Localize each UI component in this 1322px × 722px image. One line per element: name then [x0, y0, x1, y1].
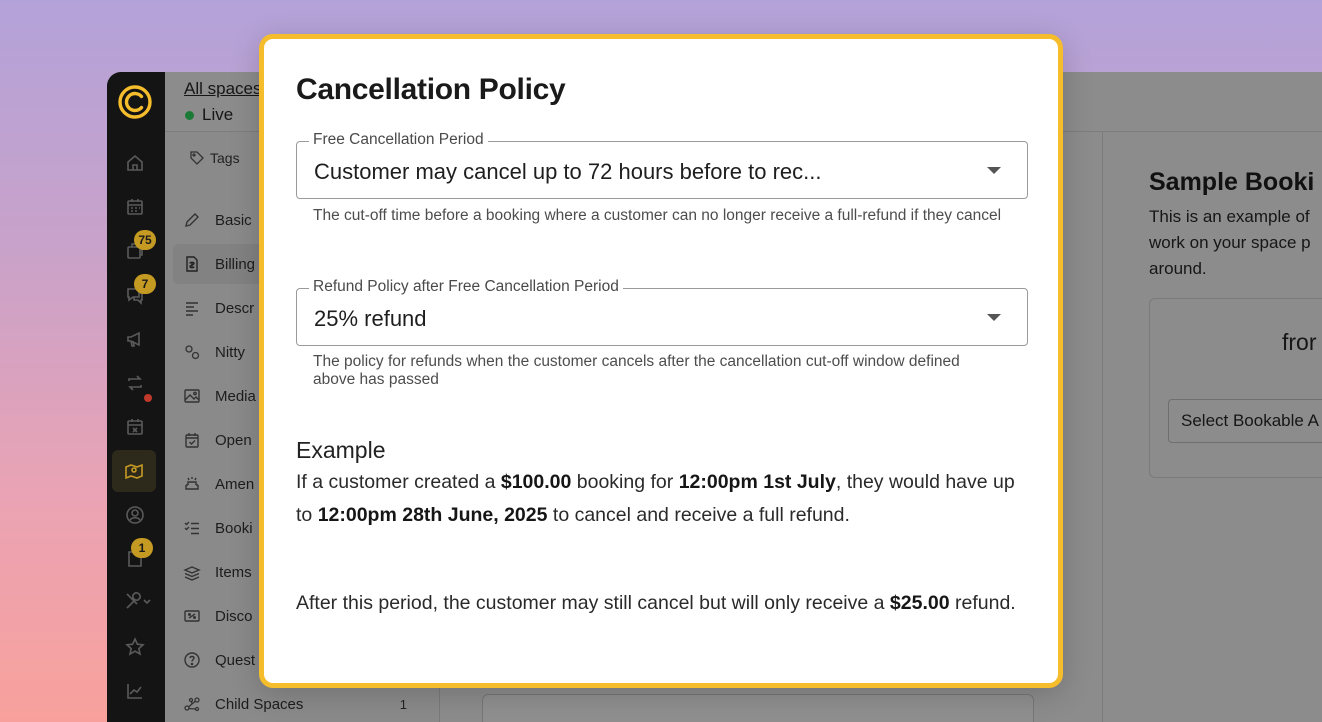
dropdown-arrow-icon: [987, 314, 1001, 321]
logo-icon: [118, 85, 152, 119]
subnav-item-label: Amen: [215, 475, 255, 493]
user-circle-icon[interactable]: [122, 502, 148, 528]
files-badge: 1: [131, 538, 153, 558]
tag-icon: [190, 151, 204, 165]
subnav-item-child-spaces[interactable]: Child Spaces 1: [173, 684, 433, 722]
subnav-item-label: Items: [215, 563, 252, 581]
example-paragraph: If a customer created a $100.00 booking …: [296, 471, 1015, 526]
question-icon: [184, 652, 200, 668]
tools-menu-icon[interactable]: [120, 588, 156, 614]
subnav-item-label: Descr: [215, 299, 255, 317]
star-icon[interactable]: [122, 634, 148, 660]
tags-label: Tags: [210, 150, 240, 166]
content-card: [482, 694, 1034, 722]
sample-booking-description: This is an example of work on your space…: [1149, 207, 1311, 278]
ticket-icon: [184, 610, 200, 622]
subnav-item-label: Basic: [215, 211, 252, 229]
spaces-map-icon[interactable]: [112, 450, 156, 492]
free-cancellation-help-text: The cut-off time before a booking where …: [313, 207, 1002, 224]
calendar-icon[interactable]: [122, 194, 148, 220]
booking-amount: $100.00: [500, 471, 572, 493]
subnav-item-label: Media: [215, 387, 256, 405]
subnav-item-label: Child Spaces: [215, 695, 304, 713]
messages-badge: 7: [134, 274, 156, 294]
status-label: Live: [202, 105, 234, 124]
checklist-icon: [184, 521, 199, 535]
refund-policy-select[interactable]: Refund Policy after Free Cancellation Pe…: [296, 278, 1028, 346]
calendar-check-icon: [185, 433, 199, 448]
subnav-item-label: Open: [215, 431, 252, 449]
nodes-icon: [184, 697, 200, 712]
pencil-icon: [185, 213, 199, 227]
sync-icon[interactable]: [122, 370, 148, 396]
subnav-item-label: Booki: [215, 519, 253, 537]
brand-logo[interactable]: [116, 82, 154, 122]
child-spaces-count: 1: [399, 696, 407, 712]
sync-alert-dot: [144, 394, 152, 402]
dropdown-arrow-icon: [987, 167, 1001, 174]
subnav-item-label: Quest: [215, 651, 256, 669]
icon-rail: 75 7 1: [107, 72, 165, 722]
stack-icon: [183, 566, 201, 581]
free-cancellation-period-select[interactable]: Free Cancellation Period Customer may ca…: [296, 131, 1028, 199]
status-dot: [185, 110, 194, 120]
invoice-icon: [186, 256, 198, 272]
tags-chip[interactable]: Tags: [189, 150, 240, 166]
after-period-paragraph: After this period, the customer may stil…: [296, 592, 1016, 614]
subnav-item-label: Billing: [215, 255, 256, 273]
subnav-item-label: Disco: [215, 607, 253, 625]
image-icon: [184, 389, 200, 403]
field-value: Customer may cancel up to 72 hours befor…: [314, 159, 822, 184]
field-value: 25% refund: [314, 306, 427, 331]
sample-booking-panel: Sample Booki This is an example of work …: [1102, 132, 1322, 722]
text-lines-icon: [186, 302, 198, 316]
home-icon[interactable]: [122, 150, 148, 176]
refund-policy-help-text: The policy for refunds when the customer…: [313, 353, 960, 388]
calendar-cancel-icon[interactable]: [122, 414, 148, 440]
field-label: Free Cancellation Period: [309, 131, 488, 149]
subnav-item-label: Nitty: [215, 343, 245, 361]
booking-time: 12:00pm 1st July: [678, 471, 836, 493]
dialog-title: Cancellation Policy: [296, 73, 566, 106]
megaphone-icon[interactable]: [122, 326, 148, 352]
cancellation-policy-dialog: Cancellation Policy Free Cancellation Pe…: [259, 34, 1063, 688]
bookings-badge: 75: [134, 230, 156, 250]
price-from-label: fror: [1282, 329, 1317, 355]
status-live: Live: [185, 105, 233, 125]
refund-amount: $25.00: [889, 592, 950, 614]
cancel-deadline: 12:00pm 28th June, 2025: [317, 503, 548, 526]
sofa-icon: [185, 477, 199, 490]
bookable-select[interactable]: Select Bookable A: [1168, 399, 1322, 443]
field-label: Refund Policy after Free Cancellation Pe…: [309, 278, 623, 296]
example-heading: Example: [296, 437, 386, 463]
breadcrumb-all-spaces[interactable]: All spaces: [184, 79, 261, 99]
analytics-icon[interactable]: [122, 678, 148, 704]
gears-icon: [185, 345, 200, 360]
sample-booking-title: Sample Booki: [1149, 168, 1315, 196]
sample-booking-card: fror Select Bookable A: [1149, 298, 1322, 478]
